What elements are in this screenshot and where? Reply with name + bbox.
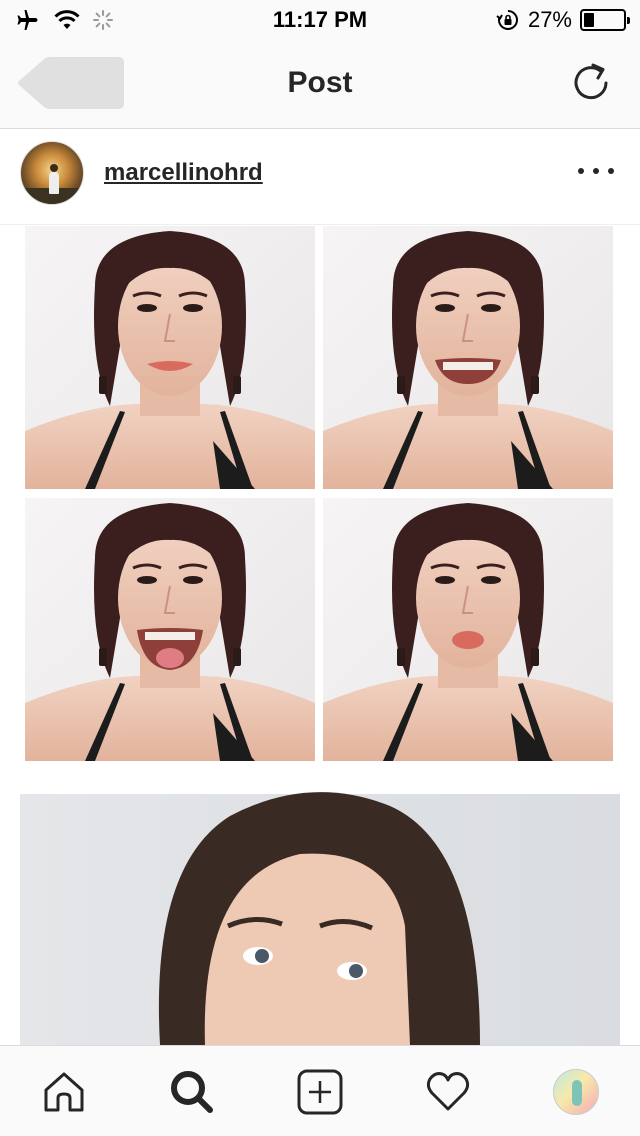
status-bar: 11:17 PM 27% (0, 0, 640, 40)
collage-photo-3 (23, 496, 317, 763)
refresh-icon[interactable] (570, 62, 612, 104)
more-dot (578, 168, 584, 174)
collage-photo-5 (20, 792, 620, 1045)
post-username[interactable]: marcellinohrd (104, 159, 263, 187)
home-icon (44, 1072, 84, 1112)
navigation-bar: Post (0, 40, 640, 129)
back-button[interactable] (16, 55, 126, 111)
rotation-lock-icon (496, 10, 518, 30)
tab-add[interactable] (292, 1064, 348, 1120)
post-photo[interactable] (0, 226, 640, 1045)
tab-home[interactable] (36, 1064, 92, 1120)
more-dot (593, 168, 599, 174)
tab-profile[interactable] (548, 1064, 604, 1120)
more-dot (608, 168, 614, 174)
heart-icon (426, 1072, 470, 1111)
status-right: 27% (496, 6, 630, 34)
post-photo-image (0, 226, 640, 1045)
collage-photo-1 (23, 226, 317, 491)
add-post-icon (297, 1069, 343, 1115)
collage-photo-4 (321, 496, 615, 763)
battery-icon (580, 9, 630, 31)
tab-search[interactable] (164, 1064, 220, 1120)
avatar[interactable] (20, 141, 84, 205)
more-options-icon[interactable] (578, 159, 614, 183)
avatar-figure (49, 164, 59, 194)
battery-level (584, 13, 594, 27)
post-header: marcellinohrd (0, 129, 640, 225)
search-icon (171, 1071, 213, 1113)
collage-photo-2 (321, 226, 615, 491)
profile-avatar (553, 1069, 599, 1115)
tab-activity[interactable] (420, 1064, 476, 1120)
battery-percent: 27% (527, 7, 572, 32)
profile-avatar-figure (572, 1080, 582, 1106)
tab-bar (0, 1045, 640, 1136)
